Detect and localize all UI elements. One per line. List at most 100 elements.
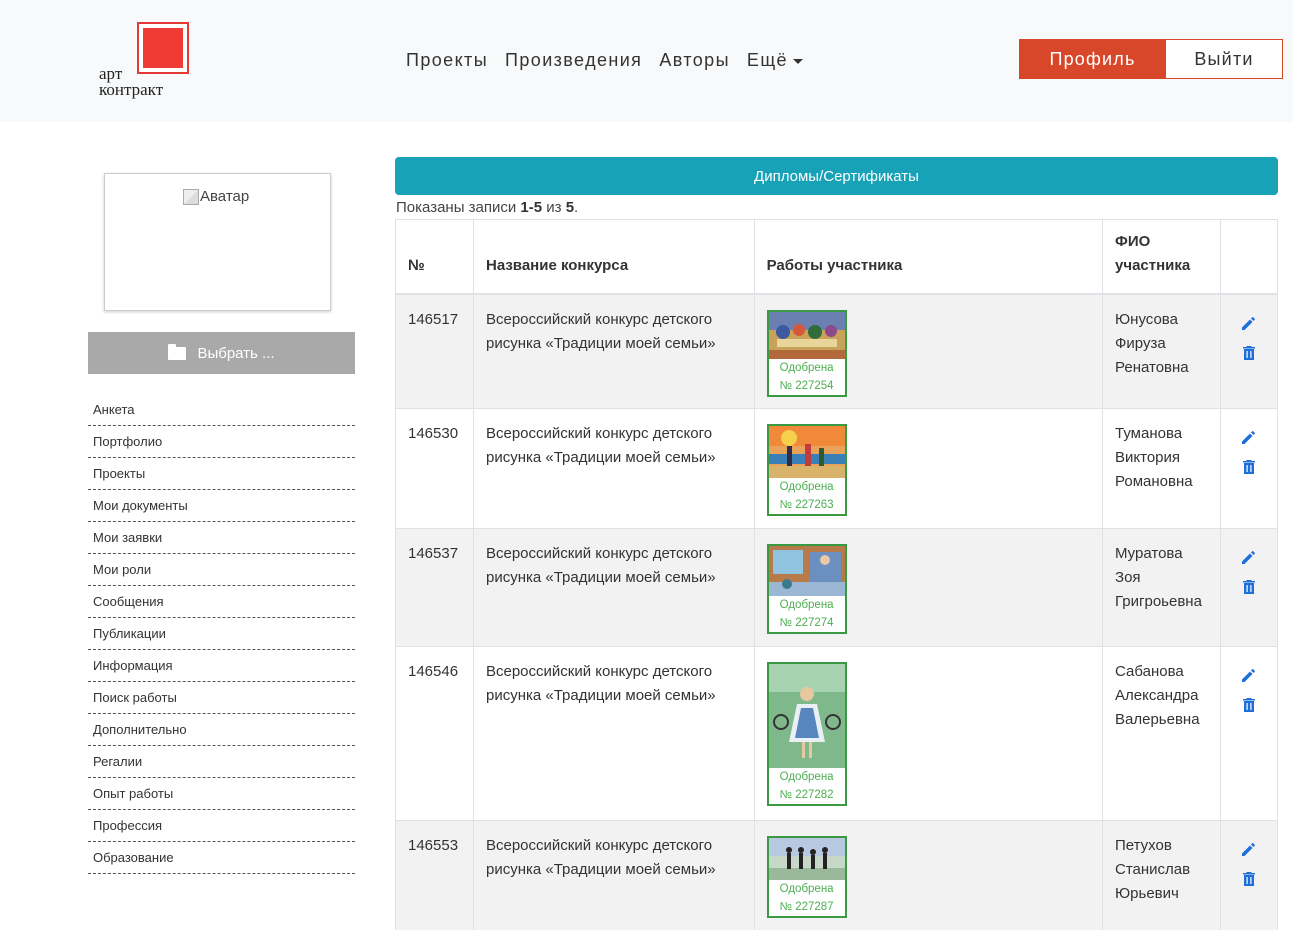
work-status: Одобрена (779, 481, 834, 493)
trash-icon[interactable] (1240, 870, 1258, 888)
cell-fio: Муратова Зоя Григроьевна (1102, 528, 1221, 647)
records-summary: Показаны записи 1-5 из 5. (396, 199, 579, 216)
sidebar-item-questionnaire[interactable]: Анкета (88, 394, 355, 426)
choose-file-label: Выбрать ... (197, 344, 275, 362)
avatar-alt-text: Аватар (183, 188, 249, 205)
sidebar-item-publications[interactable]: Публикации (88, 618, 355, 650)
cell-contest: Всероссийский конкурс детского рисунка «Т… (472, 528, 755, 647)
cell-work: Одобрена № 227287 (753, 820, 1104, 930)
work-number: № 227274 (779, 617, 834, 629)
cell-work: Одобрена № 227274 (753, 528, 1104, 647)
broken-image-icon (183, 188, 199, 205)
pencil-icon[interactable] (1240, 314, 1258, 332)
cell-actions (1220, 820, 1278, 930)
work-number: № 227287 (779, 901, 834, 913)
column-header-number[interactable]: № (395, 219, 474, 295)
sidebar-menu: Анкета Портфолио Проекты Мои документы М… (88, 394, 355, 874)
sidebar-item-education[interactable]: Образование (88, 842, 355, 874)
sidebar-item-documents[interactable]: Мои документы (88, 490, 355, 522)
main-nav: Проекты Произведения Авторы Ещё (406, 50, 820, 71)
sidebar-item-profession[interactable]: Профессия (88, 810, 355, 842)
cell-fio: Туманова Виктория Романовна (1102, 408, 1221, 529)
cell-id: 146546 (395, 646, 474, 821)
pencil-icon[interactable] (1240, 840, 1258, 858)
trash-icon[interactable] (1240, 578, 1258, 596)
nav-item-more[interactable]: Ещё (747, 50, 803, 71)
nav-item-authors[interactable]: Авторы (659, 50, 730, 71)
sidebar-item-messages[interactable]: Сообщения (88, 586, 355, 618)
column-header-fio[interactable]: ФИО участника (1102, 219, 1221, 295)
work-thumbnail[interactable]: Одобрена № 227263 (766, 424, 847, 516)
sidebar-item-information[interactable]: Информация (88, 650, 355, 682)
work-number: № 227254 (779, 379, 834, 392)
logo-text: арт контракт (99, 64, 164, 99)
cell-id: 146537 (395, 528, 474, 647)
sidebar-item-additional[interactable]: Дополнительно (88, 714, 355, 746)
cell-actions (1220, 293, 1278, 409)
cell-contest: Всероссийский конкурс детского рисунка «Т… (472, 408, 755, 529)
sidebar-item-roles[interactable]: Мои роли (88, 554, 355, 586)
profile-button[interactable]: Профиль (1019, 39, 1166, 79)
sidebar-item-job-search[interactable]: Поиск работы (88, 682, 355, 714)
artwork-image (768, 426, 845, 478)
trash-icon[interactable] (1240, 458, 1258, 476)
cell-id: 146553 (395, 820, 474, 930)
cell-work: Одобрена № 227254 (753, 293, 1104, 409)
table-row: 146546 Всероссийский конкурс детского рис… (395, 646, 1278, 821)
cell-actions (1220, 528, 1278, 647)
artwork-image (768, 311, 845, 359)
work-thumbnail[interactable]: Одобрена № 227254 (766, 309, 847, 397)
table-row: 146537 Всероссийский конкурс детского рис… (395, 528, 1278, 647)
sidebar-item-portfolio[interactable]: Портфолио (88, 426, 355, 458)
sidebar-item-regalia[interactable]: Регалии (88, 746, 355, 778)
sidebar-item-experience[interactable]: Опыт работы (88, 778, 355, 810)
sidebar-item-applications[interactable]: Мои заявки (88, 522, 355, 554)
site-header: арт контракт Проекты Произведения Авторы… (0, 0, 1293, 122)
cell-id: 146517 (395, 293, 474, 409)
cell-contest: Всероссийский конкурс детского рисунка «Т… (472, 293, 755, 409)
table-row: 146517 Всероссийский конкурс детского рис… (395, 293, 1278, 409)
column-header-works[interactable]: Работы участника (753, 219, 1104, 295)
logo[interactable]: арт контракт (98, 22, 193, 99)
cell-fio: Петухов Станислав Юрьевич (1102, 820, 1221, 930)
work-thumbnail[interactable]: Одобрена № 227282 (766, 662, 847, 806)
pencil-icon[interactable] (1240, 548, 1258, 566)
column-header-actions (1220, 219, 1278, 295)
pencil-icon[interactable] (1240, 666, 1258, 684)
diplomas-certificates-button[interactable]: Дипломы/Сертификаты (395, 157, 1278, 195)
cell-actions (1220, 408, 1278, 529)
cell-fio: Юнусова Фируза Ренатовна (1102, 293, 1221, 409)
cell-actions (1220, 646, 1278, 821)
cell-contest: Всероссийский конкурс детского рисунка «Т… (472, 820, 755, 930)
pencil-icon[interactable] (1240, 428, 1258, 446)
artwork-image (768, 546, 845, 596)
work-number: № 227263 (779, 499, 834, 511)
nav-item-projects[interactable]: Проекты (406, 50, 488, 71)
avatar: Аватар (104, 173, 331, 311)
caret-down-icon (792, 59, 803, 64)
work-status: Одобрена (779, 883, 834, 895)
cell-work: Одобрена № 227263 (753, 408, 1104, 529)
artwork-image (768, 664, 845, 768)
folder-icon (168, 343, 187, 360)
work-status: Одобрена (779, 771, 834, 783)
trash-icon[interactable] (1240, 696, 1258, 714)
cell-fio: Сабанова Александра Валерьевна (1102, 646, 1221, 821)
table-row: 146530 Всероссийский конкурс детского рис… (395, 408, 1278, 529)
choose-file-button[interactable]: Выбрать ... (88, 332, 355, 374)
artwork-image (768, 838, 845, 880)
cell-id: 146530 (395, 408, 474, 529)
work-number: № 227282 (779, 789, 834, 801)
logout-button[interactable]: Выйти (1165, 39, 1283, 79)
work-thumbnail[interactable]: Одобрена № 227287 (766, 836, 847, 918)
nav-item-works[interactable]: Произведения (505, 50, 642, 71)
diplomas-table: № Название конкурса Работы участника ФИО… (395, 219, 1278, 930)
sidebar-item-projects[interactable]: Проекты (88, 458, 355, 490)
table-row: 146553 Всероссийский конкурс детского рис… (395, 820, 1278, 930)
work-thumbnail[interactable]: Одобрена № 227274 (766, 544, 847, 634)
work-status: Одобрена (779, 361, 834, 374)
column-header-contest[interactable]: Название конкурса (472, 219, 755, 295)
trash-icon[interactable] (1240, 344, 1258, 362)
table-header-row: № Название конкурса Работы участника ФИО… (395, 219, 1278, 295)
work-status: Одобрена (779, 599, 834, 611)
